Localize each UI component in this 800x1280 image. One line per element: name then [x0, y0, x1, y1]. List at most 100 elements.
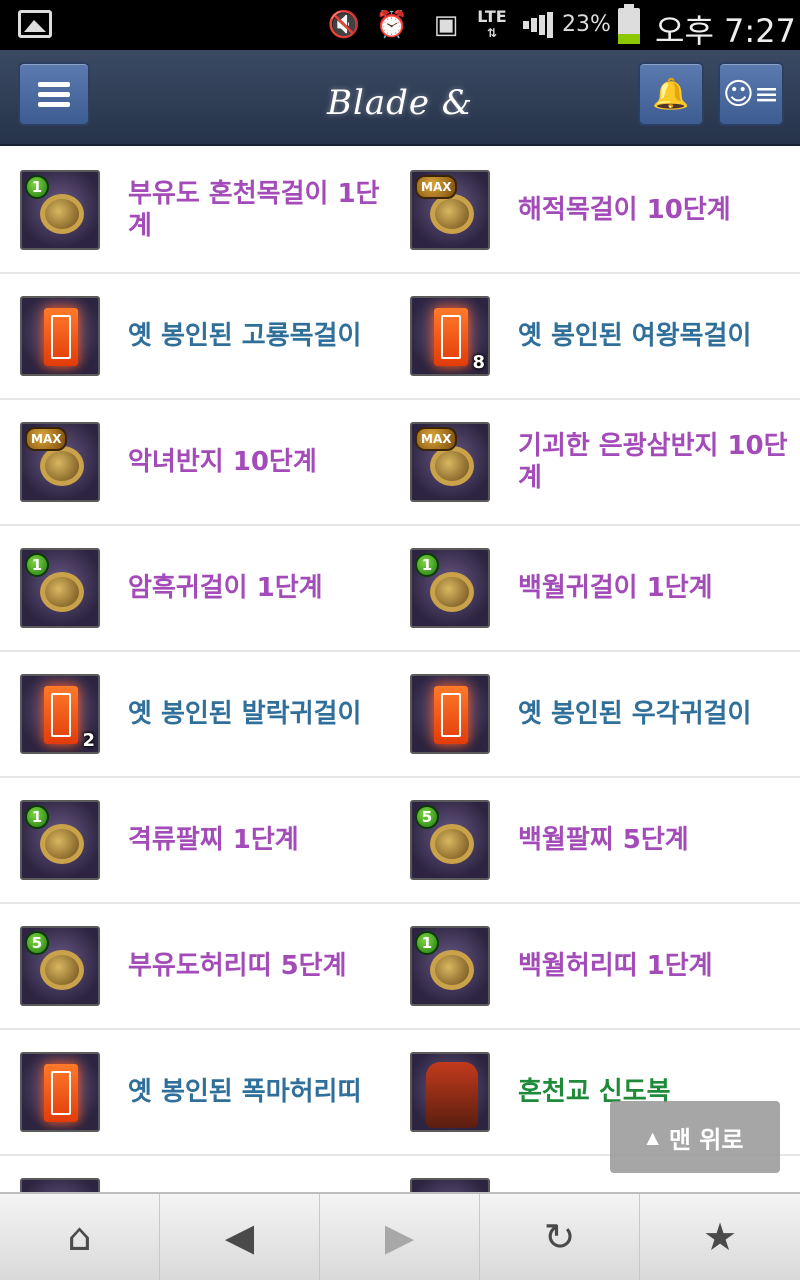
item-name[interactable]: 옛 봉인된 고룡목걸이 [128, 274, 390, 398]
home-button[interactable]: ⌂ [0, 1194, 160, 1280]
list-row: 5 부유도허리띠 5단계 1 백월허리띠 1단계 [0, 904, 800, 1030]
jewel-icon [40, 572, 84, 612]
up-arrow-icon: ▲ [646, 1127, 659, 1147]
list-row: 1 격류팔찌 1단계 5 백월팔찌 5단계 [0, 778, 800, 904]
site-header: Blade & Soul 🔔 ☺≡ [0, 50, 800, 193]
jewel-icon [40, 950, 84, 990]
site-logo[interactable]: Blade & Soul [300, 68, 500, 193]
list-item[interactable]: 1 암흑귀걸이 1단계 [0, 526, 400, 650]
sealed-icon [434, 308, 468, 366]
item-icon: 5 [410, 800, 490, 880]
battery-icon [618, 4, 640, 44]
item-name[interactable]: 옛 봉인된 발락귀걸이 [128, 652, 390, 776]
item-name[interactable]: 옛 봉인된 폭마허리띠 [128, 1030, 390, 1154]
stack-count: 8 [472, 352, 485, 373]
level-badge: 1 [25, 805, 49, 829]
list-item[interactable]: 5 부유도허리띠 5단계 [0, 904, 400, 1028]
item-icon: 8 [410, 296, 490, 376]
status-bar: 🔇 ⏰ ▣ LTE ⇅ 23% 오후 7:27 [0, 0, 800, 50]
item-icon: MAX [410, 422, 490, 502]
level-badge: 5 [415, 805, 439, 829]
my-menu-button[interactable]: ☺≡ [718, 62, 784, 126]
item-icon: 1 [20, 548, 100, 628]
item-icon [20, 1178, 100, 1192]
list-row: 옛 봉인된 고룡목걸이 8 옛 봉인된 여왕목걸이 [0, 274, 800, 400]
item-icon [410, 1178, 490, 1192]
list-item[interactable]: 1 백월귀걸이 1단계 [400, 526, 800, 650]
item-icon: MAX [410, 170, 490, 250]
item-icon: 1 [410, 548, 490, 628]
item-list: 1 부유도 혼천목걸이 1단계 MAX 해적목걸이 10단계 옛 봉인된 고룡목걸이 8 옛… [0, 148, 800, 1192]
level-badge: MAX [415, 427, 458, 451]
back-button[interactable]: ◀ [160, 1194, 320, 1280]
stack-count: 2 [82, 730, 95, 751]
robe-icon [426, 1062, 478, 1128]
item-name[interactable]: 암흑귀걸이 1단계 [128, 526, 390, 650]
signal-icon [520, 8, 558, 42]
level-badge: MAX [415, 175, 458, 199]
list-item[interactable]: MAX 악녀반지 10단계 [0, 400, 400, 524]
browser-toolbar: ⌂ ◀ ▶ ↻ ★ [0, 1192, 800, 1280]
list-item[interactable]: 1 격류팔찌 1단계 [0, 778, 400, 902]
jewel-icon [40, 824, 84, 864]
back-to-top-label: 맨 위로 [668, 1125, 744, 1154]
level-badge: 1 [25, 553, 49, 577]
jewel-icon [430, 950, 474, 990]
menu-button[interactable] [18, 62, 90, 126]
item-name[interactable]: 악녀반지 10단계 [128, 400, 390, 524]
list-item[interactable]: 옛 봉인된 고룡목걸이 [0, 274, 400, 398]
level-badge: 1 [415, 931, 439, 955]
bookmark-button[interactable]: ★ [640, 1194, 800, 1280]
jewel-icon [430, 572, 474, 612]
list-item[interactable]: 2 옛 봉인된 발락귀걸이 [0, 652, 400, 776]
list-row: 2 옛 봉인된 발락귀걸이 옛 봉인된 우각귀걸이 [0, 652, 800, 778]
item-name[interactable]: 백월허리띠 1단계 [518, 904, 790, 1028]
item-name[interactable]: 백월팔찌 5단계 [518, 778, 790, 902]
list-item[interactable]: 옛 봉인된 폭마허리띠 [0, 1030, 400, 1154]
back-arrow-icon: ◀ [224, 1215, 255, 1259]
item-name[interactable]: 백월귀걸이 1단계 [518, 526, 790, 650]
sealed-icon [44, 308, 78, 366]
sealed-icon [44, 1064, 78, 1122]
sealed-icon [434, 686, 468, 744]
item-name[interactable]: 해적목걸이 10단계 [518, 148, 790, 272]
refresh-button[interactable]: ↻ [480, 1194, 640, 1280]
level-badge: 5 [25, 931, 49, 955]
list-item[interactable]: MAX 기괴한 은광삼반지 10단계 [400, 400, 800, 524]
list-item[interactable]: MAX 해적목걸이 10단계 [400, 148, 800, 272]
list-item[interactable]: 옛 봉인된 우각귀걸이 [400, 652, 800, 776]
item-icon [410, 674, 490, 754]
list-item[interactable] [0, 1156, 400, 1192]
item-icon [20, 296, 100, 376]
battery-percent: 23% [562, 12, 611, 37]
item-name[interactable]: 기괴한 은광삼반지 10단계 [518, 400, 790, 524]
item-name[interactable]: 옛 봉인된 우각귀걸이 [518, 652, 790, 776]
back-to-top-button[interactable]: ▲ 맨 위로 [610, 1101, 780, 1173]
item-name[interactable]: 옛 봉인된 여왕목걸이 [518, 274, 790, 398]
item-icon: 5 [20, 926, 100, 1006]
list-item[interactable]: 1 부유도 혼천목걸이 1단계 [0, 148, 400, 272]
notification-button[interactable]: 🔔 [638, 62, 704, 126]
jewel-icon [430, 194, 474, 234]
sealed-icon [44, 686, 78, 744]
forward-arrow-icon: ▶ [384, 1215, 415, 1259]
list-item[interactable]: 8 옛 봉인된 여왕목걸이 [400, 274, 800, 398]
list-row: MAX 악녀반지 10단계 MAX 기괴한 은광삼반지 10단계 [0, 400, 800, 526]
list-row: 1 부유도 혼천목걸이 1단계 MAX 해적목걸이 10단계 [0, 148, 800, 274]
list-item[interactable]: 1 백월허리띠 1단계 [400, 904, 800, 1028]
mute-icon: 🔇 [327, 10, 361, 40]
item-name[interactable]: 격류팔찌 1단계 [128, 778, 390, 902]
alarm-icon: ⏰ [375, 10, 409, 40]
star-icon: ★ [702, 1215, 738, 1259]
list-item[interactable]: 5 백월팔찌 5단계 [400, 778, 800, 902]
item-name[interactable]: 부유도허리띠 5단계 [128, 904, 390, 1028]
item-name[interactable]: 부유도 혼천목걸이 1단계 [128, 148, 390, 272]
jewel-icon [430, 824, 474, 864]
level-badge: MAX [25, 427, 68, 451]
jewel-icon [40, 446, 84, 486]
clock: 오후 7:27 [655, 12, 796, 50]
home-icon: ⌂ [67, 1215, 92, 1259]
list-row: 1 암흑귀걸이 1단계 1 백월귀걸이 1단계 [0, 526, 800, 652]
forward-button[interactable]: ▶ [320, 1194, 480, 1280]
item-icon: 2 [20, 674, 100, 754]
